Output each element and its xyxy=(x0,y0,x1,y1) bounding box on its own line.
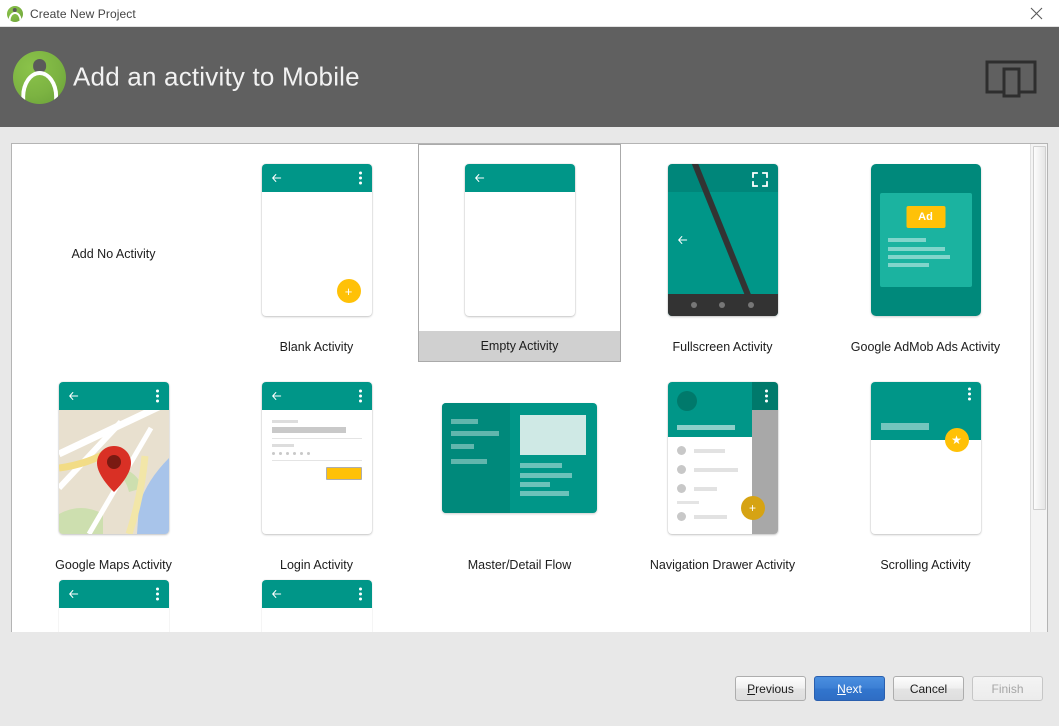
password-field-mock xyxy=(271,444,362,461)
overflow-menu-icon xyxy=(155,587,159,601)
footer-button-row: Previous Next Cancel Finish xyxy=(735,676,1043,701)
back-arrow-icon xyxy=(271,392,281,400)
android-navigation-bar xyxy=(667,294,778,316)
page-title: Add an activity to Mobile xyxy=(73,61,360,92)
overflow-menu-icon xyxy=(358,389,362,403)
ad-badge: Ad xyxy=(906,206,945,228)
back-arrow-icon xyxy=(677,236,687,244)
tablet-phone-icon xyxy=(985,55,1037,99)
template-thumbnail xyxy=(215,362,418,550)
template-thumbnail xyxy=(419,145,620,331)
close-icon xyxy=(1030,7,1042,20)
map-preview xyxy=(58,410,169,534)
template-thumbnail xyxy=(418,362,621,550)
template-thumbnail: Ad xyxy=(824,144,1027,332)
activity-template-panel[interactable]: Add No Activity + Blank Activity Empty A… xyxy=(11,143,1048,633)
scrollbar-thumb[interactable] xyxy=(1033,146,1046,510)
next-button-label-rest: ext xyxy=(845,681,862,696)
template-label: Navigation Drawer Activity xyxy=(649,558,796,572)
fab-icon: + xyxy=(336,279,361,303)
dialog-footer: Previous Next Cancel Finish xyxy=(0,632,1059,726)
template-row: Google Maps Activity Login Activity Mast… xyxy=(12,362,1031,580)
template-fullscreen-activity[interactable]: Fullscreen Activity xyxy=(621,144,824,362)
template-thumbnail xyxy=(621,144,824,332)
template-label: Master/Detail Flow xyxy=(467,558,572,572)
title-bar: Create New Project xyxy=(0,0,1059,27)
close-button[interactable] xyxy=(1013,0,1059,27)
overflow-menu-icon xyxy=(764,389,768,403)
template-label: Scrolling Activity xyxy=(880,558,971,572)
template-partial[interactable] xyxy=(215,580,418,632)
back-arrow-icon xyxy=(68,392,78,400)
android-studio-logo-large xyxy=(13,51,66,104)
back-arrow-icon xyxy=(68,590,78,598)
template-label: Google AdMob Ads Activity xyxy=(850,340,1001,354)
template-label: Blank Activity xyxy=(279,340,354,354)
template-thumbnail: + xyxy=(215,144,418,332)
template-label: Fullscreen Activity xyxy=(672,340,773,354)
vertical-scrollbar[interactable] xyxy=(1030,144,1047,632)
finish-button: Finish xyxy=(972,676,1043,701)
template-empty-activity[interactable]: Empty Activity xyxy=(418,144,621,362)
fab-icon: + xyxy=(740,496,765,520)
template-partial[interactable] xyxy=(12,580,215,632)
template-thumbnail: + xyxy=(621,362,824,550)
dialog-header: Add an activity to Mobile xyxy=(0,27,1059,127)
back-arrow-icon xyxy=(271,590,281,598)
template-login-activity[interactable]: Login Activity xyxy=(215,362,418,580)
template-label: Google Maps Activity xyxy=(55,558,172,572)
detail-card xyxy=(520,415,586,455)
template-thumbnail: ★ xyxy=(824,362,1027,550)
activity-template-grid: Add No Activity + Blank Activity Empty A… xyxy=(12,144,1031,632)
template-scrolling-activity[interactable]: ★ Scrolling Activity xyxy=(824,362,1027,580)
overflow-menu-icon xyxy=(967,387,971,401)
overflow-menu-icon xyxy=(155,389,159,403)
template-label: Login Activity xyxy=(280,558,353,572)
fab-star-icon: ★ xyxy=(944,428,969,452)
window-title: Create New Project xyxy=(30,6,136,21)
next-button[interactable]: Next xyxy=(814,676,885,701)
template-row: Add No Activity + Blank Activity Empty A… xyxy=(12,144,1031,362)
cancel-button[interactable]: Cancel xyxy=(893,676,964,701)
overflow-menu-icon xyxy=(358,587,362,601)
back-arrow-icon xyxy=(474,174,484,182)
android-studio-icon xyxy=(7,5,23,22)
template-google-maps-activity[interactable]: Google Maps Activity xyxy=(12,362,215,580)
previous-button-label-rest: revious xyxy=(755,681,794,696)
overflow-menu-icon xyxy=(358,171,362,185)
template-thumbnail xyxy=(12,362,215,550)
template-label: Add No Activity xyxy=(71,247,156,261)
back-arrow-icon xyxy=(271,174,281,182)
template-master-detail-flow[interactable]: Master/Detail Flow xyxy=(418,362,621,580)
sign-in-button-mock xyxy=(325,467,362,480)
template-label-selected: Empty Activity xyxy=(419,331,620,361)
template-navigation-drawer-activity[interactable]: + Navigation Drawer Activity xyxy=(621,362,824,580)
template-google-admob-ads-activity[interactable]: Ad Google AdMob Ads Activity xyxy=(824,144,1027,362)
create-new-project-dialog: Create New Project Add an activity to Mo… xyxy=(0,0,1059,726)
template-blank-activity[interactable]: + Blank Activity xyxy=(215,144,418,362)
previous-button[interactable]: Previous xyxy=(735,676,806,701)
drawer-header xyxy=(667,382,752,437)
email-field-mock xyxy=(271,420,362,439)
fullscreen-expand-icon xyxy=(751,172,768,187)
template-row-partial xyxy=(12,580,1031,632)
avatar xyxy=(676,391,697,411)
template-add-no-activity[interactable]: Add No Activity xyxy=(12,144,215,362)
